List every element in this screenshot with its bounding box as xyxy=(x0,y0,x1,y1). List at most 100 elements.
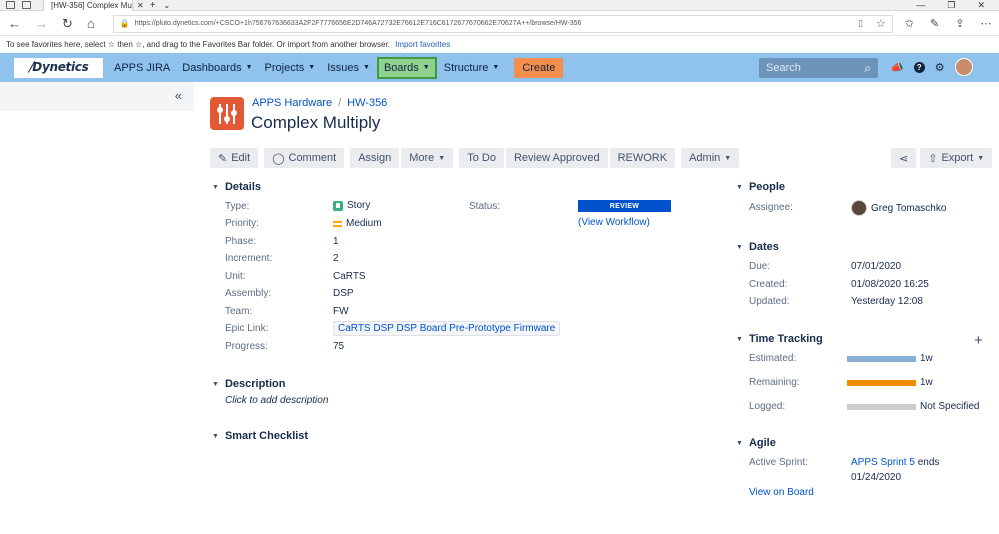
nav-apps-jira[interactable]: APPS JIRA xyxy=(109,57,175,79)
search-icon[interactable]: ⌕ xyxy=(864,61,871,76)
comment-bubble-icon: ◯ xyxy=(272,152,285,165)
increment-label: Increment: xyxy=(225,253,273,264)
restore-icon[interactable]: ❐ xyxy=(947,0,955,11)
nav-label: Structure xyxy=(443,61,489,74)
epic-link[interactable]: CaRTS DSP DSP Board Pre-Prototype Firmwa… xyxy=(333,321,561,336)
unit-value: CaRTS xyxy=(333,271,366,282)
edit-button[interactable]: ✎ Edit xyxy=(210,148,259,168)
export-button[interactable]: ⇧ Export ▼ xyxy=(920,148,993,168)
nav-issues[interactable]: Issues ▼ xyxy=(322,57,375,79)
increment-value: 2 xyxy=(333,253,339,264)
assignee-value[interactable]: Greg Tomaschko xyxy=(851,200,946,216)
sprint-link[interactable]: APPS Sprint 5 xyxy=(851,457,915,468)
view-on-board-link[interactable]: View on Board xyxy=(749,487,814,498)
type-text: Story xyxy=(347,200,371,211)
agile-heading[interactable]: ▼ Agile xyxy=(736,437,776,449)
share-button[interactable]: ⋖ xyxy=(891,148,917,168)
todo-button[interactable]: To Do xyxy=(459,148,504,168)
window-controls: — ❐ ✕ xyxy=(916,0,999,11)
search-input[interactable]: Search ⌕ xyxy=(759,58,878,78)
new-tab-icon[interactable]: + xyxy=(150,0,156,11)
favorites-icon[interactable]: ✩ xyxy=(905,17,914,30)
window-close-icon[interactable]: ✕ xyxy=(977,0,985,11)
issue-title[interactable]: Complex Multiply xyxy=(251,113,380,133)
search-placeholder: Search xyxy=(766,62,801,74)
smart-checklist-heading[interactable]: ▼ Smart Checklist xyxy=(212,430,308,442)
collapse-chevron-icon: ▼ xyxy=(212,432,219,440)
nav-projects[interactable]: Projects ▼ xyxy=(260,57,321,79)
estimated-value: 1w xyxy=(920,353,933,364)
nav-dashboards[interactable]: Dashboards ▼ xyxy=(177,57,257,79)
minimize-icon[interactable]: — xyxy=(916,0,925,11)
view-workflow-link[interactable]: (View Workflow) xyxy=(578,217,650,228)
more-button[interactable]: More ▼ xyxy=(401,148,454,168)
notes-icon[interactable]: ✎ xyxy=(930,17,939,30)
time-tracking-heading[interactable]: ▼ Time Tracking xyxy=(736,333,823,345)
estimated-label: Estimated: xyxy=(749,353,797,364)
home-icon[interactable]: ⌂ xyxy=(87,16,95,32)
issue-toolbar: ✎ Edit ◯ Comment Assign More ▼ To Do Rev… xyxy=(210,148,740,168)
announcement-megaphone-icon[interactable]: 📣 xyxy=(890,61,904,74)
settings-gear-icon[interactable]: ⚙ xyxy=(935,61,945,74)
collapse-sidebar-icon[interactable]: « xyxy=(175,88,182,103)
refresh-icon[interactable]: ↻ xyxy=(62,16,73,32)
sprint-ends-text: ends xyxy=(917,457,940,468)
add-description-field[interactable]: Click to add description xyxy=(225,395,328,406)
assembly-value: DSP xyxy=(333,288,354,299)
more-label: More xyxy=(409,152,435,164)
description-heading[interactable]: ▼ Description xyxy=(212,378,285,390)
details-heading[interactable]: ▼ Details xyxy=(212,181,261,193)
dynetics-logo[interactable]: ⧸Dynetics xyxy=(14,57,103,78)
url-field[interactable]: 🔒 https://pluto.dynetics.com/+CSCO+1h756… xyxy=(112,14,893,33)
chevron-down-icon: ▼ xyxy=(363,64,370,71)
admin-button[interactable]: Admin ▼ xyxy=(681,148,740,168)
tab-preview-icon[interactable] xyxy=(6,1,15,9)
more-icon[interactable]: ⋯ xyxy=(980,17,991,30)
avatar xyxy=(851,200,867,216)
collapse-chevron-icon: ▼ xyxy=(736,243,743,251)
nav-boards[interactable]: Boards ▼ xyxy=(376,56,437,79)
import-favorites-link[interactable]: Import favorites xyxy=(395,40,450,49)
agile-heading-label: Agile xyxy=(748,437,776,449)
pencil-icon: ✎ xyxy=(218,152,228,165)
jira-header: ⧸Dynetics APPS JIRA Dashboards ▼ Project… xyxy=(0,53,999,82)
type-value: Story xyxy=(333,200,370,211)
export-icon: ⇧ xyxy=(928,152,938,165)
rework-button[interactable]: REWORK xyxy=(609,148,676,168)
nav-label: Boards xyxy=(383,61,419,74)
create-button[interactable]: Create xyxy=(514,57,564,78)
forward-icon[interactable]: → xyxy=(35,16,48,32)
back-icon[interactable]: ← xyxy=(8,16,21,32)
review-approved-button[interactable]: Review Approved xyxy=(505,148,608,168)
browser-tab[interactable]: [HW-356] Complex Mul xyxy=(43,0,133,11)
assign-button[interactable]: Assign xyxy=(350,148,400,168)
tab-list-chevron-icon[interactable]: ⌄ xyxy=(164,1,171,10)
collapse-chevron-icon: ▼ xyxy=(212,183,219,191)
description-heading-label: Description xyxy=(224,378,286,390)
story-icon xyxy=(333,200,343,211)
breadcrumb-project[interactable]: APPS Hardware xyxy=(252,97,332,109)
priority-label: Priority: xyxy=(225,218,259,229)
reading-view-icon[interactable]: ▯ xyxy=(858,18,863,29)
tab-set-aside-icon[interactable] xyxy=(22,1,31,9)
share-icon[interactable]: ⇪ xyxy=(955,17,964,30)
log-work-plus-icon[interactable]: + xyxy=(974,332,983,349)
help-icon[interactable]: ? xyxy=(913,61,925,73)
nav-structure[interactable]: Structure ▼ xyxy=(439,57,505,79)
comment-button[interactable]: ◯ Comment xyxy=(264,148,345,168)
favorite-star-icon[interactable]: ☆ xyxy=(876,17,886,30)
progress-value: 75 xyxy=(333,341,345,352)
user-avatar[interactable] xyxy=(954,58,973,76)
time-tracking-heading-label: Time Tracking xyxy=(748,333,823,345)
chevron-down-icon: ▼ xyxy=(245,64,253,71)
people-heading[interactable]: ▼ People xyxy=(736,181,785,193)
chevron-down-icon: ▼ xyxy=(422,64,430,71)
updated-value: Yesterday 12:08 xyxy=(851,296,923,307)
epic-link-label: Epic Link: xyxy=(225,323,269,334)
project-avatar-icon[interactable] xyxy=(210,97,244,130)
people-heading-label: People xyxy=(748,181,786,193)
breadcrumb-issue-key[interactable]: HW-356 xyxy=(347,97,387,109)
dates-heading[interactable]: ▼ Dates xyxy=(736,241,779,253)
nav-label: Dashboards xyxy=(182,61,242,74)
close-tab-icon[interactable]: ✕ xyxy=(137,1,144,10)
